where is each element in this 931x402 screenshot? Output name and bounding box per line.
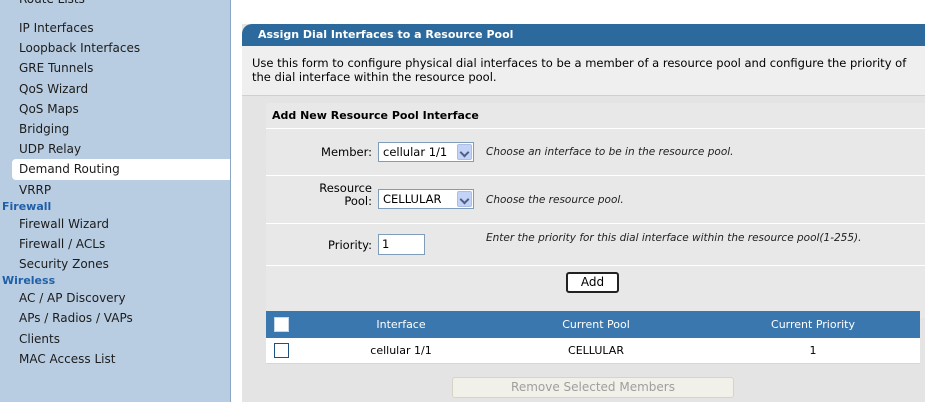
sidebar-item-route-lists[interactable]: Route Lists [19,0,85,8]
add-button[interactable]: Add [566,272,619,293]
column-header-current-priority: Current Priority [771,318,855,331]
column-header-current-pool: Current Pool [562,318,630,331]
sidebar-item-demand-routing[interactable]: Demand Routing [12,159,230,180]
sidebar-item-aps-radios-vaps[interactable]: APs / Radios / VAPs [0,308,230,328]
form-header: Add New Resource Pool Interface [266,103,925,129]
sidebar-item-ac-ap-discovery[interactable]: AC / AP Discovery [0,288,230,308]
row-interface: cellular 1/1 [370,344,432,357]
row-select-checkbox[interactable] [274,343,289,358]
sidebar-item-qos-wizard[interactable]: QoS Wizard [0,79,230,99]
sidebar-item-firewall-acls[interactable]: Firewall / ACLs [0,234,230,254]
member-row: Member: cellular 1/1 Choose an interface… [266,130,925,176]
sidebar-item-udp-relay[interactable]: UDP Relay [0,139,230,159]
row-current-priority: 1 [809,344,817,357]
resource-pool-select-value: CELLULAR [383,192,442,206]
sidebar-item-clients[interactable]: Clients [0,329,230,349]
row-current-pool: CELLULAR [568,344,624,357]
sidebar-section-wireless: Wireless [2,274,56,288]
sidebar-item-qos-maps[interactable]: QoS Maps [0,99,230,119]
member-label: Member: [321,145,372,159]
sidebar-item-firewall-wizard[interactable]: Firewall Wizard [0,214,230,234]
table-row: cellular 1/1 CELLULAR 1 [266,338,920,364]
panel-description: Use this form to configure physical dial… [242,46,925,96]
sidebar-nav: Route Lists IP Interfaces Loopback Inter… [0,0,231,402]
priority-input[interactable]: 1 [378,234,425,255]
resource-pool-select[interactable]: CELLULAR [378,189,474,209]
table-header: Interface Current Pool Current Priority [266,311,920,338]
sidebar-item-bridging[interactable]: Bridging [0,119,230,139]
member-select-value: cellular 1/1 [383,145,448,159]
remove-selected-members-button[interactable]: Remove Selected Members [452,377,734,398]
chevron-down-icon [457,191,472,207]
resource-pool-hint: Choose the resource pool. [486,194,624,206]
sidebar-item-ip-interfaces[interactable]: IP Interfaces [0,18,230,38]
sidebar-item-vrrp[interactable]: VRRP [0,180,230,200]
resource-pool-label: Resource Pool: [266,182,372,208]
sidebar-item-gre-tunnels[interactable]: GRE Tunnels [0,58,230,78]
priority-row: Priority: 1 Enter the priority for this … [266,224,925,266]
priority-hint: Enter the priority for this dial interfa… [486,232,862,244]
priority-label: Priority: [328,238,372,252]
resource-pool-members-table: Interface Current Pool Current Priority … [266,311,920,364]
panel-title: Assign Dial Interfaces to a Resource Poo… [242,24,925,46]
sidebar-item-mac-access-list[interactable]: MAC Access List [0,349,230,369]
member-select[interactable]: cellular 1/1 [378,142,474,162]
sidebar-item-loopback-interfaces[interactable]: Loopback Interfaces [0,38,230,58]
column-header-interface: Interface [376,318,426,331]
resource-pool-label-line2: Pool: [344,194,372,208]
member-hint: Choose an interface to be in the resourc… [486,146,734,158]
chevron-down-icon [457,144,472,160]
resource-pool-row: Resource Pool: CELLULAR Choose the resou… [266,176,925,224]
sidebar-section-firewall: Firewall [2,199,52,213]
sidebar-item-security-zones[interactable]: Security Zones [0,254,230,274]
select-all-checkbox[interactable] [274,317,289,332]
